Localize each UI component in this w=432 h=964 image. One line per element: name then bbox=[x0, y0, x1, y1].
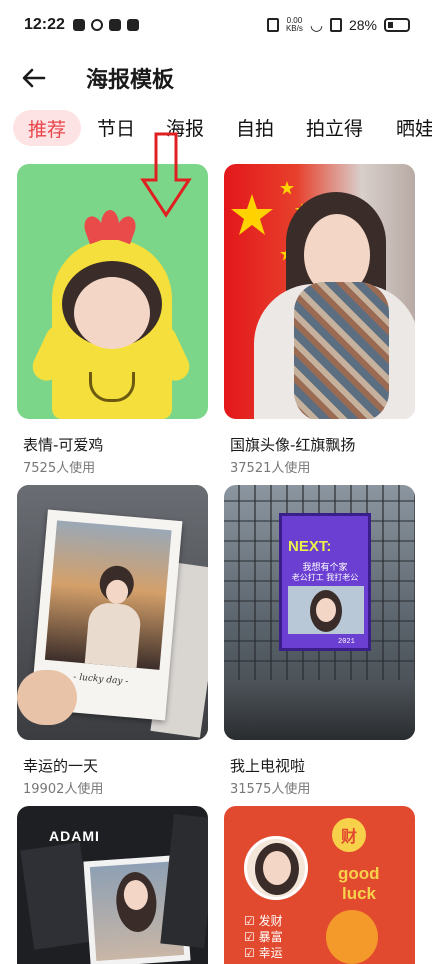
net-speed: 0.00 KB/s bbox=[285, 16, 303, 33]
notification-icons bbox=[72, 19, 139, 31]
app-icon bbox=[126, 19, 139, 31]
tiktok-icon bbox=[72, 19, 85, 31]
tab-festival[interactable]: 节日 bbox=[97, 114, 135, 141]
header: 海报模板 bbox=[0, 50, 432, 106]
template-thumbnail: NEXT: 我想有个家 老公打工 我打老公 2021 bbox=[224, 485, 415, 740]
template-thumbnail: ADAMI bbox=[17, 806, 208, 964]
usage-count: 37521人使用 bbox=[230, 461, 311, 476]
template-thumbnail: - lucky day - bbox=[17, 485, 208, 740]
tab-selfie[interactable]: 自拍 bbox=[236, 114, 274, 141]
status-bar: 12:22 0.00 KB/s ◡ 28% bbox=[0, 0, 432, 50]
wifi-icon: ◡ bbox=[309, 16, 323, 34]
category-tabs: 推荐 节日 海报 自拍 拍立得 晒娃 bbox=[0, 110, 432, 150]
template-title: 我上电视啦 bbox=[230, 757, 306, 775]
face bbox=[74, 277, 150, 349]
hand bbox=[17, 670, 77, 725]
sync-icon bbox=[90, 19, 103, 31]
sim-icon bbox=[329, 18, 342, 32]
template-card-collage[interactable]: ADAMI bbox=[17, 806, 208, 964]
battery-icon bbox=[384, 18, 410, 32]
avatar bbox=[244, 836, 308, 900]
template-title: 表情-可爱鸡 bbox=[23, 436, 104, 454]
status-time: 12:22 bbox=[24, 16, 65, 33]
template-title: 幸运的一天 bbox=[23, 757, 99, 775]
usage-count: 7525人使用 bbox=[23, 461, 96, 476]
template-title: 国旗头像-红旗飘扬 bbox=[230, 436, 356, 454]
star-icon bbox=[280, 181, 294, 195]
tab-baby[interactable]: 晒娃 bbox=[396, 114, 432, 141]
tiger-mascot bbox=[326, 910, 378, 964]
crowd bbox=[224, 680, 415, 740]
template-thumbnail bbox=[224, 164, 415, 419]
template-card-flag[interactable]: 国旗头像-红旗飘扬 37521人使用 bbox=[224, 164, 415, 476]
arrow-left-icon[interactable] bbox=[20, 64, 48, 92]
usage-count: 19902人使用 bbox=[23, 782, 104, 797]
scarf bbox=[294, 282, 389, 419]
battery-text: 28% bbox=[348, 17, 377, 33]
template-card-on-tv[interactable]: NEXT: 我想有个家 老公打工 我打老公 2021 我上电视啦 31575人使… bbox=[224, 485, 415, 797]
polaroid-photo bbox=[44, 520, 172, 670]
arrow-down-icon bbox=[140, 132, 192, 218]
app-icon bbox=[108, 19, 121, 31]
usage-count: 31575人使用 bbox=[230, 782, 311, 797]
template-card-lucky-day[interactable]: - lucky day - 幸运的一天 19902人使用 bbox=[17, 485, 208, 797]
star-icon bbox=[231, 194, 273, 235]
status-right: 0.00 KB/s ◡ 28% bbox=[266, 16, 410, 34]
template-card-good-luck[interactable]: 财 good luck ☑ 发财 ☑ 暴富 ☑ 幸运 bbox=[224, 806, 415, 964]
tab-recommend[interactable]: 推荐 bbox=[13, 110, 81, 146]
vibrate-icon bbox=[266, 18, 279, 32]
coin-icon: 财 bbox=[332, 818, 366, 852]
led-screen: NEXT: 我想有个家 老公打工 我打老公 2021 bbox=[279, 513, 371, 651]
tab-polaroid[interactable]: 拍立得 bbox=[306, 114, 363, 141]
template-thumbnail: 财 good luck ☑ 发财 ☑ 暴富 ☑ 幸运 bbox=[224, 806, 415, 964]
page-title: 海报模板 bbox=[86, 68, 175, 93]
